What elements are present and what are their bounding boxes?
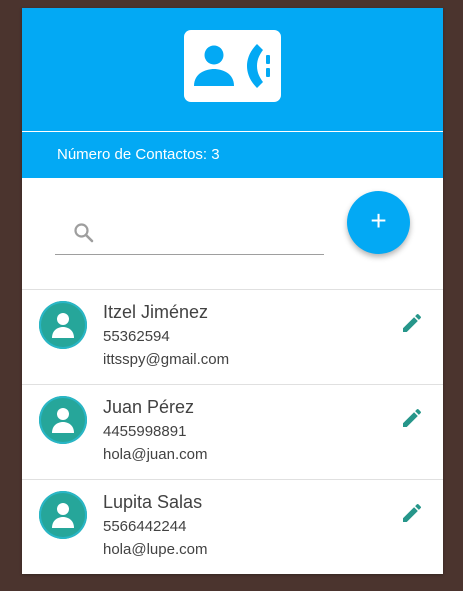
contact-email: hola@juan.com [103,446,208,463]
person-icon [52,503,74,528]
avatar [39,301,87,349]
contact-phone: 5566442244 [103,518,187,535]
contact-phone-icon [184,30,281,102]
contact-name: Itzel Jiménez [103,302,209,322]
contact-name: Juan Pérez [103,397,195,417]
contact-list: Itzel Jiménez 55362594 ittsspy@gmail.com… [22,289,443,574]
avatar [39,491,87,539]
search-field[interactable] [55,217,324,255]
contact-email: ittsspy@gmail.com [103,351,230,368]
pencil-icon[interactable] [400,406,424,430]
contact-phone: 4455998891 [103,423,187,440]
pencil-icon[interactable] [400,311,424,335]
add-contact-button[interactable]: + [347,191,410,254]
list-item[interactable]: Lupita Salas 5566442244 hola@lupe.com [22,479,443,574]
contacts-card: Número de Contactos: 3 + Itzel Jiménez 5… [22,8,443,574]
app-header [22,8,443,131]
person-icon [52,408,74,433]
pencil-icon[interactable] [400,501,424,525]
contact-count-text: Número de Contactos: 3 [57,146,220,163]
search-icon [74,223,94,243]
contact-email: hola@lupe.com [103,541,208,558]
avatar [39,396,87,444]
list-item[interactable]: Juan Pérez 4455998891 hola@juan.com [22,384,443,479]
contact-name: Lupita Salas [103,492,203,512]
list-item[interactable]: Itzel Jiménez 55362594 ittsspy@gmail.com [22,289,443,384]
contact-phone: 55362594 [103,328,170,345]
person-icon [52,313,74,338]
contact-count-bar: Número de Contactos: 3 [22,132,443,178]
search-input[interactable] [107,220,321,250]
add-icon: + [370,205,387,236]
